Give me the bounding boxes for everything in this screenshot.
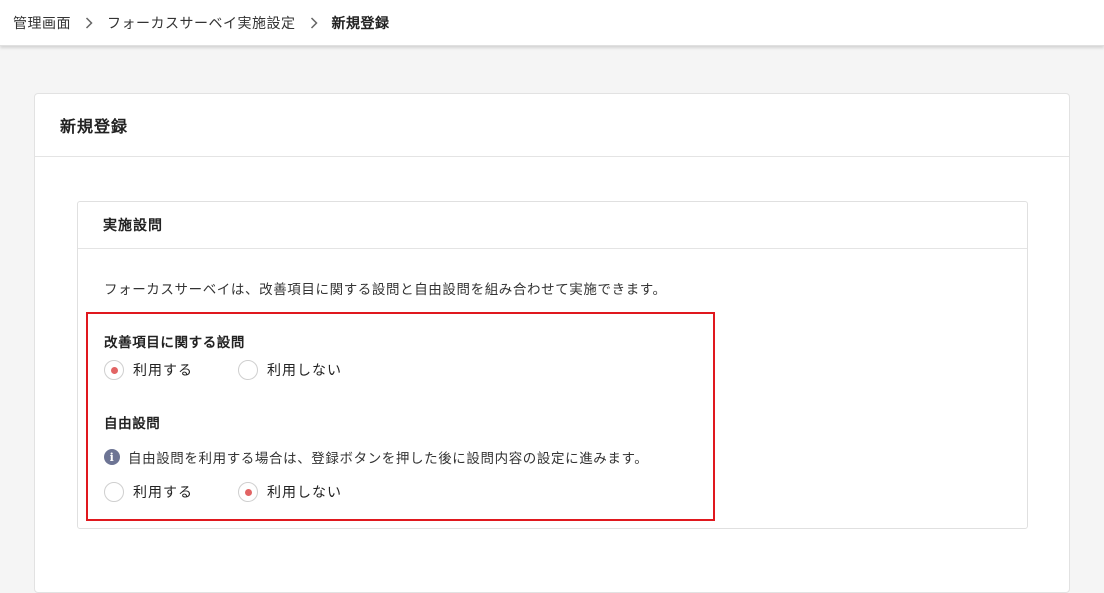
card-title: 新規登録 xyxy=(35,94,1069,157)
breadcrumb: 管理画面 フォーカスサーベイ実施設定 新規登録 xyxy=(0,0,1104,46)
breadcrumb-admin[interactable]: 管理画面 xyxy=(13,13,71,33)
breadcrumb-focus-survey-settings[interactable]: フォーカスサーベイ実施設定 xyxy=(107,13,296,33)
panel-description: フォーカスサーベイは、改善項目に関する設問と自由設問を組み合わせて実施できます。 xyxy=(104,282,667,298)
info-text: 自由設問を利用する場合は、登録ボタンを押した後に設問内容の設定に進みます。 xyxy=(128,451,649,467)
question-settings-panel: 実施設問 フォーカスサーベイは、改善項目に関する設問と自由設問を組み合わせて実施… xyxy=(77,201,1028,529)
improvement-question-title: 改善項目に関する設問 xyxy=(104,335,245,351)
free-question-title: 自由設問 xyxy=(104,416,161,432)
improvement-use-radio[interactable]: 利用する xyxy=(104,360,193,380)
chevron-right-icon xyxy=(71,15,107,31)
radio-label: 利用する xyxy=(133,363,193,379)
radio-label: 利用しない xyxy=(267,485,342,501)
info-icon: i xyxy=(104,449,120,465)
radio-checked-icon xyxy=(238,482,258,502)
registration-card: 新規登録 実施設問 フォーカスサーベイは、改善項目に関する設問と自由設問を組み合… xyxy=(34,93,1070,593)
chevron-right-icon xyxy=(296,15,332,31)
free-question-radio-group: 利用する 利用しない xyxy=(104,482,342,502)
improvement-not-use-radio[interactable]: 利用しない xyxy=(238,360,342,380)
radio-label: 利用しない xyxy=(267,363,342,379)
improvement-question-radio-group: 利用する 利用しない xyxy=(104,360,342,380)
free-use-radio[interactable]: 利用する xyxy=(104,482,193,502)
radio-checked-icon xyxy=(104,360,124,380)
radio-unchecked-icon xyxy=(238,360,258,380)
free-not-use-radio[interactable]: 利用しない xyxy=(238,482,342,502)
radio-unchecked-icon xyxy=(104,482,124,502)
radio-label: 利用する xyxy=(133,485,193,501)
panel-title: 実施設問 xyxy=(78,202,1027,249)
free-question-info: i 自由設問を利用する場合は、登録ボタンを押した後に設問内容の設定に進みます。 xyxy=(104,447,648,467)
breadcrumb-current: 新規登録 xyxy=(331,15,390,32)
